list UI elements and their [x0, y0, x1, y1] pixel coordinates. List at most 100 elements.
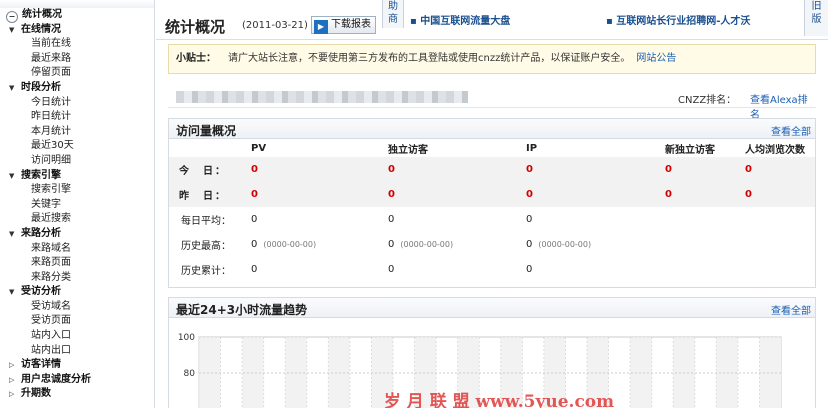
empty-cell [665, 257, 745, 282]
sidebar-item-overview[interactable]: − 统计概况 [0, 8, 154, 23]
sidebar-item[interactable]: 最近30天 [0, 139, 154, 154]
sidebar-section-collapsed[interactable]: ▷ 用户忠诚度分析 [0, 373, 154, 388]
sidebar-item[interactable]: 昨日统计 [0, 110, 154, 125]
empty-cell [745, 232, 815, 257]
triangle-right-icon: ▷ [9, 390, 15, 399]
visit-overview-view-all[interactable]: 查看全部 [771, 123, 811, 138]
site-info-row: CNZZ排名： 查看Alexa排名 [168, 86, 816, 121]
sidebar-item[interactable]: 站内出口 [0, 344, 154, 359]
stat-value: 0 [251, 182, 388, 207]
download-report-label: 下载报表 [331, 19, 371, 30]
empty-cell [665, 232, 745, 257]
minus-circle-icon: − [6, 11, 18, 23]
stat-value: 0 [526, 264, 533, 275]
table-row: 昨 日： 0 0 0 0 0 [169, 182, 815, 207]
sidebar-section-label: 搜索引擎 [21, 169, 61, 181]
title-bar: 统计概况 (2011-03-21) ▶ 下载报表 助 商 ▪ 中国互联网流量大盘 … [156, 0, 828, 40]
stat-cell: 0 (0000-00-00) [388, 232, 526, 257]
sidebar-item[interactable]: 受访页面 [0, 314, 154, 329]
sidebar-nav: − 统计概况 ▼ 在线情况 当前在线 最近来路 停留页面 ▼ 时段分析今日统计 昨日统计 本月统计… [0, 0, 155, 408]
stat-value: 0 [251, 214, 258, 225]
sidebar-section-label: 时段分析 [21, 81, 61, 93]
sidebar-item[interactable]: 站内入口 [0, 329, 154, 344]
triangle-right-icon: ▷ [9, 361, 15, 370]
traffic-trend-header: 最近24+3小时流量趋势 查看全部 [169, 298, 815, 318]
page-date: (2011-03-21) [242, 20, 308, 31]
visit-overview-panel: 访问量概况 查看全部 PV 独立访客 IP 新独立访客 人均浏览次数 今 日： 0… [168, 118, 816, 288]
row-label: 今 日： [169, 157, 251, 182]
stat-value: 0 [388, 239, 395, 250]
sidebar-item[interactable]: 最近来路 [0, 52, 154, 67]
stat-cell: 0 (0000-00-00) [526, 232, 665, 257]
play-icon: ▶ [314, 20, 328, 34]
news-link-traffic[interactable]: ▪ 中国互联网流量大盘 [410, 12, 510, 27]
stat-value: 0 [665, 182, 745, 207]
stat-value: 0 [745, 182, 815, 207]
page-title: 统计概况 [165, 18, 226, 36]
sidebar-item[interactable]: 关键字 [0, 198, 154, 213]
stat-date-note: (0000-00-00) [538, 240, 592, 249]
sidebar-section[interactable]: ▼ 在线情况 [0, 23, 154, 38]
main-content: 统计概况 (2011-03-21) ▶ 下载报表 助 商 ▪ 中国互联网流量大盘 … [156, 0, 828, 408]
stat-cell: 0 [388, 207, 526, 232]
sidebar-section-label: 受访分析 [21, 286, 61, 298]
column-header: 独立访客 [388, 144, 428, 156]
stat-value: 0 [388, 157, 526, 182]
stat-cell: 0 [526, 257, 665, 282]
empty-cell [745, 257, 815, 282]
column-band [759, 337, 781, 408]
traffic-trend-panel: 最近24+3小时流量趋势 查看全部 100 80 岁 月 联 盟 www.5yue.… [168, 297, 816, 408]
sidebar-section-collapsed[interactable]: ▷ 升期数 [0, 387, 154, 402]
row-label: 昨 日： [169, 182, 251, 207]
old-version-tab[interactable]: 旧 版 [804, 0, 828, 36]
traffic-trend-chart: 100 80 岁 月 联 盟 www.5yue.com [169, 319, 815, 408]
sidebar-item[interactable]: 来路域名 [0, 242, 154, 257]
traffic-trend-svg: 100 80 岁 月 联 盟 www.5yue.com [178, 333, 782, 408]
triangle-down-icon: ▼ [9, 83, 15, 92]
sidebar-item[interactable]: 当前在线 [0, 37, 154, 52]
sidebar-item[interactable]: 搜索引擎 [0, 183, 154, 198]
column-header: PV [251, 142, 267, 154]
sidebar-item[interactable]: 停留页面 [0, 66, 154, 81]
sidebar-section-label: 来路分析 [21, 227, 61, 239]
sidebar-item[interactable]: 访问明细 [0, 154, 154, 169]
sidebar-section-label: 用户忠诚度分析 [21, 373, 91, 385]
column-band [199, 337, 221, 408]
triangle-down-icon: ▼ [9, 25, 15, 34]
sidebar-item[interactable]: 最近搜索 [0, 212, 154, 227]
sidebar-section[interactable]: ▼ 搜索引擎 [0, 169, 154, 184]
sidebar-item[interactable]: 今日统计 [0, 96, 154, 111]
triangle-down-icon: ▼ [9, 171, 15, 180]
triangle-down-icon: ▼ [9, 229, 15, 238]
sidebar-item[interactable]: 本月统计 [0, 125, 154, 140]
stat-cell: 0 (0000-00-00) [251, 232, 388, 257]
stat-value: 0 [388, 214, 395, 225]
download-report-button[interactable]: ▶ 下载报表 [311, 16, 376, 34]
site-announcement-link[interactable]: 网站公告 [636, 53, 676, 64]
visit-overview-body: 今 日： 0 0 0 0 0 昨 日： 0 0 0 0 0 每日平均： 0 0 0 历史最高： 0 (0000-00… [169, 157, 815, 282]
sidebar-section[interactable]: ▼ 来路分析 [0, 227, 154, 242]
column-header: 人均浏览次数 [745, 144, 805, 156]
sidebar-section[interactable]: ▼ 受访分析 [0, 285, 154, 300]
sidebar-item[interactable]: 来路分类 [0, 271, 154, 286]
table-row: 每日平均： 0 0 0 [169, 207, 815, 232]
table-row: 历史最高： 0 (0000-00-00) 0 (0000-00-00) 0 (0000-00… [169, 232, 815, 257]
sidebar-item-label: 统计概况 [22, 9, 62, 20]
help-tab[interactable]: 助 商 [382, 0, 404, 28]
traffic-trend-title: 最近24+3小时流量趋势 [176, 303, 308, 317]
blurred-site-name [176, 91, 468, 103]
table-header-empty [169, 139, 251, 157]
sidebar-section-label: 升期数 [21, 388, 51, 400]
sidebar-section-label: 访客详情 [21, 359, 61, 371]
empty-cell [745, 207, 815, 232]
sidebar-item[interactable]: 来路页面 [0, 256, 154, 271]
alexa-rank-link[interactable]: 查看Alexa排名 [750, 91, 816, 121]
sidebar-item[interactable]: 受访域名 [0, 300, 154, 315]
sidebar-section-collapsed[interactable]: ▷ 访客详情 [0, 358, 154, 373]
tip-label: 小贴士： [176, 53, 216, 64]
table-row: 今 日： 0 0 0 0 0 [169, 157, 815, 182]
column-header: IP [526, 142, 538, 154]
news-link-jobs[interactable]: ▪ 互联网站长行业招聘网-人才沃 [606, 12, 750, 27]
sidebar-section[interactable]: ▼ 时段分析 [0, 81, 154, 96]
traffic-trend-view-all[interactable]: 查看全部 [771, 302, 811, 317]
